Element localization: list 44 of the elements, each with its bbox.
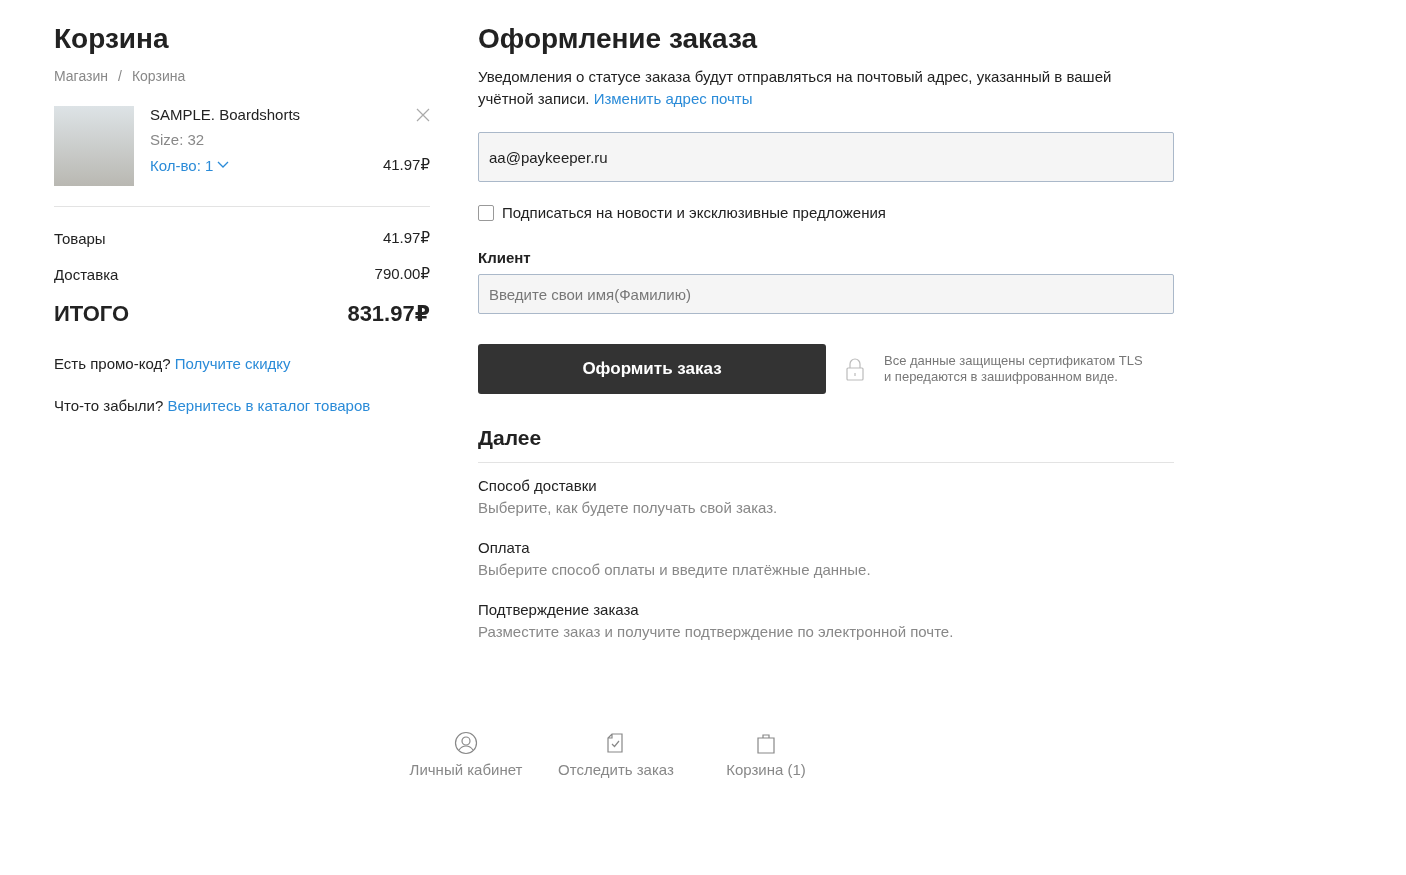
- cart-title: Корзина: [54, 22, 170, 56]
- client-label: Клиент: [478, 249, 532, 266]
- footer-link[interactable]: Личный кабинет: [391, 731, 541, 778]
- checkbox[interactable]: [478, 204, 494, 221]
- security-text: Все данные защищены сертификатом TLS: [884, 353, 1143, 369]
- summary-value: 41.97₽: [382, 229, 430, 247]
- summary-label: Доставка: [54, 265, 119, 283]
- step-title: Оплата: [478, 538, 531, 558]
- close-icon[interactable]: [416, 107, 430, 122]
- checkout-title: Оформление заказа: [478, 22, 759, 56]
- product-size: Size: 32: [150, 131, 206, 148]
- step-description: Выберите, как будете получать свой заказ.: [478, 498, 779, 518]
- person-icon: [454, 731, 478, 755]
- breadcrumb-link[interactable]: Корзина: [131, 68, 186, 84]
- step-title: Подтверждение заказа: [478, 600, 640, 620]
- name-field[interactable]: Введите свои имя(Фамилию): [478, 274, 1174, 314]
- summary-label: Товары: [54, 229, 106, 247]
- change-email-link[interactable]: Изменить адрес почты: [593, 90, 753, 107]
- breadcrumb-separator: /: [118, 68, 122, 84]
- shopping-bag-icon: [754, 731, 778, 755]
- checkbox-label: Подписаться на новости и эксклюзивные предложения: [502, 204, 886, 221]
- product-name: SAMPLE. Boardshorts: [150, 106, 301, 123]
- submit-button[interactable]: Оформить заказ: [478, 344, 826, 394]
- product-price: 41.97₽: [382, 156, 430, 174]
- note-text: Что-то забыли? Вернитесь в каталог товаров: [54, 396, 372, 416]
- security-text: и передаются в зашифрованном виде.: [884, 369, 1119, 385]
- chevron-down-icon: [217, 161, 230, 169]
- summary-value: 790.00₽: [374, 265, 430, 283]
- email-field[interactable]: aa@paykeeper.ru: [478, 132, 1174, 182]
- note-link[interactable]: Вернитесь в каталог товаров: [167, 397, 371, 414]
- step-description: Разместите заказ и получите подтверждение по электронной почте.: [478, 622, 955, 642]
- note-link[interactable]: Получите скидку: [174, 355, 291, 372]
- note-text: Есть промо-код? Получите скидку: [54, 354, 292, 374]
- step-description: Выберите способ оплаты и введите платёжные данные.: [478, 560, 872, 580]
- next-heading: Далее: [478, 426, 1174, 463]
- footer-link[interactable]: Отследить заказ: [541, 731, 691, 778]
- lock-icon: [846, 357, 864, 381]
- notice-text: Уведомления о статусе заказа будут отправляться на почтовый адрес, указанный в вашей учётной записи. Изменить адрес почты: [478, 67, 1113, 109]
- breadcrumb-link[interactable]: Магазин: [54, 68, 108, 84]
- quantity-dropdown[interactable]: Кол-во: 1: [150, 156, 230, 174]
- summary-label: ИТОГО: [54, 301, 130, 327]
- summary-value: 831.97₽: [347, 301, 430, 327]
- footer-link[interactable]: Корзина (1): [691, 731, 841, 778]
- step-title: Способ доставки: [478, 476, 598, 496]
